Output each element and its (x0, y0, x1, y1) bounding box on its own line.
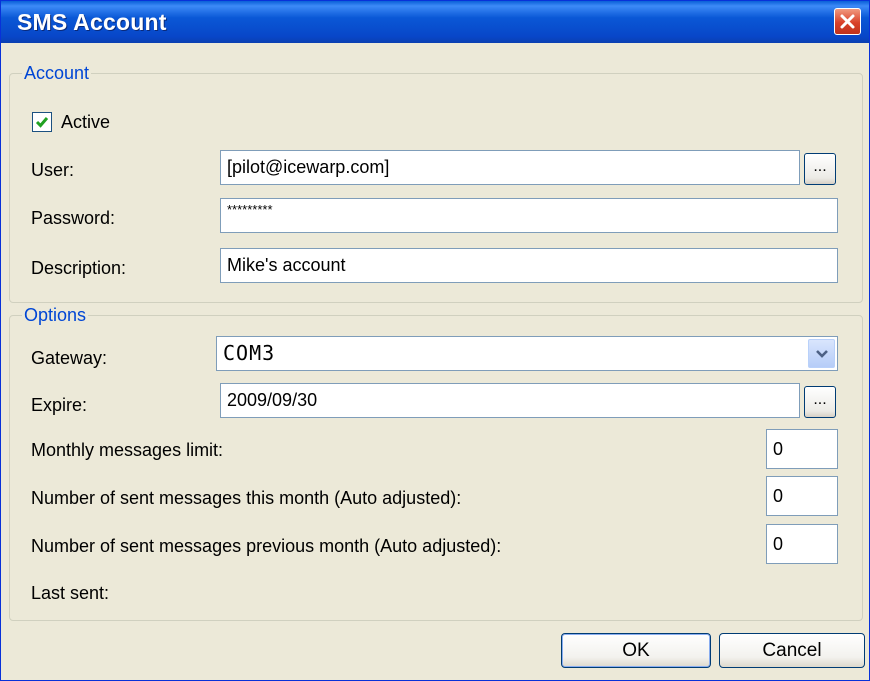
expire-input[interactable]: 2009/09/30 (220, 383, 800, 418)
close-icon (840, 14, 855, 29)
sent-prev-month-input[interactable]: 0 (766, 524, 838, 564)
active-label[interactable]: Active (61, 111, 110, 133)
last-sent-label: Last sent: (31, 583, 110, 603)
sms-account-dialog: SMS Account Account Active User: [pilot@… (0, 0, 870, 681)
monthly-limit-input[interactable]: 0 (766, 429, 838, 469)
chevron-down-icon (815, 349, 828, 358)
active-checkbox[interactable] (32, 112, 52, 132)
user-label: User: (31, 160, 75, 180)
ok-button[interactable]: OK (561, 633, 711, 668)
window-title: SMS Account (17, 9, 167, 35)
monthly-limit-label: Monthly messages limit: (31, 440, 224, 460)
sent-this-month-input[interactable]: 0 (766, 476, 838, 516)
checkmark-icon (35, 117, 49, 128)
account-legend: Account (22, 63, 92, 83)
options-legend: Options (22, 305, 89, 325)
user-browse-button[interactable]: ... (804, 153, 836, 185)
expire-browse-button[interactable]: ... (804, 386, 836, 418)
user-input[interactable]: [pilot@icewarp.com] (220, 150, 800, 185)
password-label: Password: (31, 208, 116, 228)
gateway-selected-value: COM3 (223, 341, 276, 365)
gateway-dropdown-button[interactable] (808, 339, 835, 368)
gateway-label: Gateway: (31, 348, 108, 368)
sent-prev-month-label: Number of sent messages previous month (… (31, 536, 502, 556)
expire-label: Expire: (31, 395, 88, 415)
description-input[interactable]: Mike's account (220, 248, 838, 283)
cancel-button[interactable]: Cancel (719, 633, 865, 668)
sent-this-month-label: Number of sent messages this month (Auto… (31, 488, 462, 508)
title-bar[interactable]: SMS Account (1, 1, 869, 43)
description-label: Description: (31, 258, 127, 278)
close-button[interactable] (834, 8, 861, 35)
gateway-select[interactable]: COM3 (216, 336, 838, 371)
password-input[interactable]: ********* (220, 198, 838, 233)
